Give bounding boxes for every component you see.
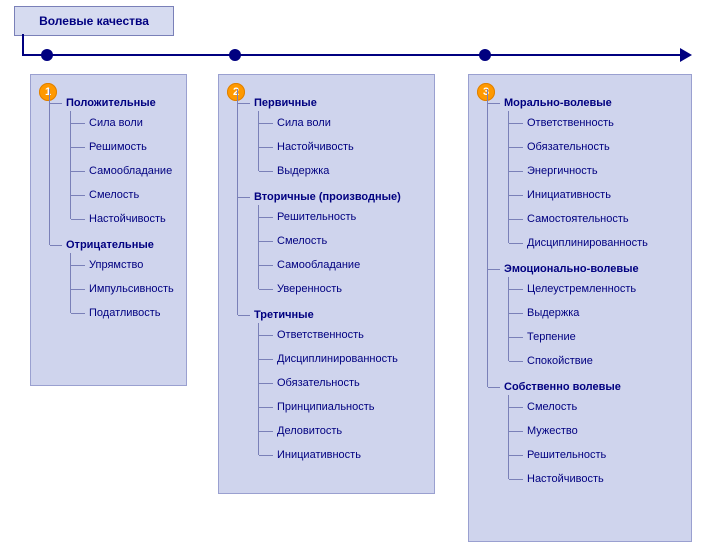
timeline-dot-2 [229, 49, 241, 61]
tree-item: Смелость [70, 183, 180, 207]
tree-item: Терпение [508, 325, 685, 349]
tree-item: Упрямство [70, 253, 180, 277]
tree-item: Принципиальность [258, 395, 428, 419]
tree-item: Решительность [258, 205, 428, 229]
tree-item: Сила воли [258, 111, 428, 135]
tree-item: Выдержка [258, 159, 428, 183]
tree-group: Вторичные (производные) РешительностьСмел… [237, 183, 428, 301]
tree-group: Эмоционально-волевые ЦелеустремленностьВы… [487, 255, 685, 373]
tree-item: Мужество [508, 419, 685, 443]
tree-item: Решимость [70, 135, 180, 159]
panel-tree: ПервичныеСила волиНастойчивостьВыдержкаВ… [227, 89, 428, 467]
group-label: Отрицательные [66, 239, 154, 251]
panel-3: 3Морально-волевыеОтветственностьОбязател… [468, 74, 692, 542]
group-label: Положительные [66, 97, 156, 109]
tree-item: Обязательность [508, 135, 685, 159]
tree-item: Дисциплинированность [508, 231, 685, 255]
tree-group: Отрицательные УпрямствоИмпульсивностьПода… [49, 231, 180, 325]
title-box: Волевые качества [14, 6, 174, 36]
timeline-dot-3 [479, 49, 491, 61]
group-label: Первичные [254, 97, 317, 109]
tree-item: Энергичность [508, 159, 685, 183]
timeline-vertical [22, 34, 24, 56]
tree-item: Самостоятельность [508, 207, 685, 231]
tree-item: Дисциплинированность [258, 347, 428, 371]
group-label: Вторичные (производные) [254, 191, 401, 203]
panel-1: 1ПоложительныеСила волиРешимостьСамообла… [30, 74, 187, 386]
panel-tree: Положительные Сила волиРешимостьСамооблад… [39, 89, 180, 325]
tree-group: Третичные ОтветственностьДисциплинированн… [237, 301, 428, 467]
tree-item: Самообладание [70, 159, 180, 183]
tree-item: Спокойствие [508, 349, 685, 373]
tree-item: Самообладание [258, 253, 428, 277]
arrow-icon [680, 48, 692, 62]
timeline [22, 54, 682, 56]
tree-item: Инициативность [258, 443, 428, 467]
tree-item: Настойчивость [508, 467, 685, 491]
tree-group: Собственно волевые СмелостьМужествоРешите… [487, 373, 685, 491]
tree-item: Импульсивность [70, 277, 180, 301]
tree-item: Выдержка [508, 301, 685, 325]
title-label: Волевые качества [39, 14, 149, 28]
tree-item: Ответственность [508, 111, 685, 135]
tree-item: Сила воли [70, 111, 180, 135]
tree-item: Настойчивость [70, 207, 180, 231]
tree-group: Первичные Сила волиНастойчивостьВыдержка [237, 89, 428, 183]
tree-item: Деловитость [258, 419, 428, 443]
group-label: Собственно волевые [504, 381, 621, 393]
tree-item: Инициативность [508, 183, 685, 207]
tree-item: Обязательность [258, 371, 428, 395]
panel-2: 2ПервичныеСила волиНастойчивостьВыдержка… [218, 74, 435, 494]
tree-item: Смелость [258, 229, 428, 253]
tree-group: Морально-волевые ОтветственностьОбязатель… [487, 89, 685, 255]
group-label: Морально-волевые [504, 97, 612, 109]
tree-item: Целеустремленность [508, 277, 685, 301]
tree-item: Податливость [70, 301, 180, 325]
tree-item: Ответственность [258, 323, 428, 347]
tree-group: Положительные Сила волиРешимостьСамооблад… [49, 89, 180, 231]
diagram-canvas: Волевые качества 1ПоложительныеСила воли… [0, 0, 722, 551]
tree-item: Настойчивость [258, 135, 428, 159]
timeline-dot-1 [41, 49, 53, 61]
tree-item: Смелость [508, 395, 685, 419]
tree-item: Решительность [508, 443, 685, 467]
tree-item: Уверенность [258, 277, 428, 301]
panel-tree: Морально-волевые ОтветственностьОбязатель… [477, 89, 685, 491]
group-label: Эмоционально-волевые [504, 263, 639, 275]
group-label: Третичные [254, 309, 314, 321]
